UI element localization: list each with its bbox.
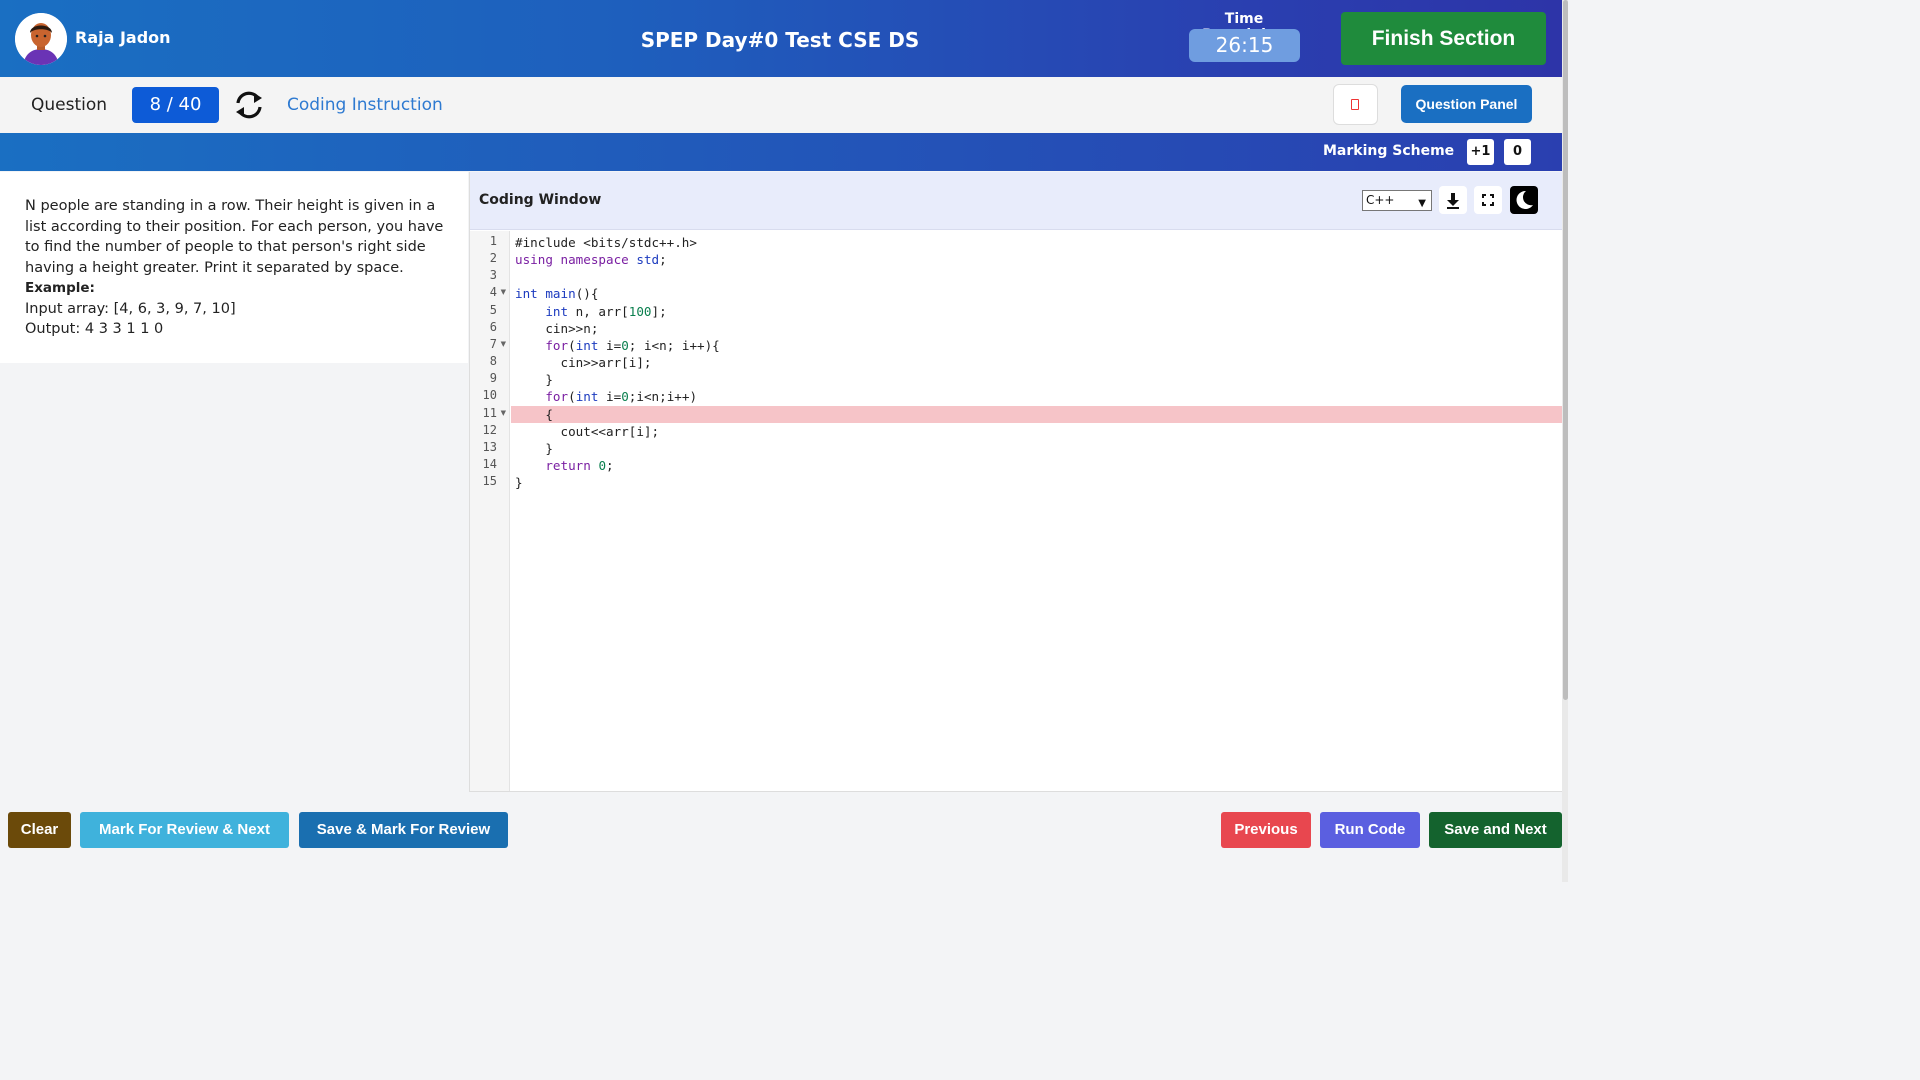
- line-number: 14: [482, 456, 497, 471]
- clear-button[interactable]: Clear: [8, 812, 71, 848]
- question-label: Question: [31, 95, 108, 115]
- code-editor[interactable]: #include <bits/stdc++.h> using namespace …: [515, 234, 720, 491]
- code-line[interactable]: #include <bits/stdc++.h>: [515, 234, 720, 251]
- save-and-next-button[interactable]: Save and Next: [1429, 812, 1562, 848]
- moon-icon[interactable]: [1510, 186, 1538, 214]
- coding-instruction-link[interactable]: Coding Instruction: [287, 95, 443, 115]
- line-number: 10: [482, 388, 497, 403]
- question-bar: Question 8 / 40 Coding Instruction Quest…: [0, 77, 1562, 133]
- user-avatar-icon: [15, 13, 67, 65]
- language-select[interactable]: C++ ▼: [1362, 190, 1432, 211]
- code-line[interactable]: cout<<arr[i];: [515, 423, 720, 440]
- coding-window-header: Coding Window C++ ▼: [470, 172, 1562, 230]
- example-input: Input array: [4, 6, 3, 9, 7, 10]: [25, 300, 236, 317]
- countdown-timer: 26:15: [1189, 29, 1300, 62]
- line-number: 15: [482, 474, 497, 489]
- positive-marks-badge: +1: [1467, 139, 1494, 165]
- code-line[interactable]: cin>>n;: [515, 320, 720, 337]
- language-value: C++: [1366, 193, 1395, 207]
- question-total: 40: [178, 94, 202, 115]
- code-line[interactable]: }: [515, 440, 720, 457]
- line-number: 3: [489, 268, 497, 283]
- question-panel-button[interactable]: Question Panel: [1401, 85, 1532, 123]
- problem-panel: N people are standing in a row. Their he…: [0, 172, 468, 363]
- fold-toggle-icon[interactable]: ▼: [501, 340, 506, 348]
- code-line[interactable]: int n, arr[100];: [515, 303, 720, 320]
- question-counter: 8 / 40: [132, 87, 219, 123]
- marking-scheme-label: Marking Scheme: [1323, 143, 1455, 159]
- coding-window: Coding Window C++ ▼ 1 2 3 4 ▼ 5 6 7 ▼ 8 9 10 11 ▼ 12 13…: [469, 172, 1562, 792]
- top-header: Raja Jadon SPEP Day#0 Test CSE DS Time R…: [0, 0, 1562, 77]
- example-output: Output: 4 3 3 1 1 0: [25, 321, 164, 337]
- finish-section-button[interactable]: Finish Section: [1341, 12, 1546, 65]
- line-number: 12: [482, 422, 497, 437]
- fold-toggle-icon[interactable]: ▼: [501, 409, 506, 417]
- line-number: 9: [489, 371, 497, 386]
- fold-toggle-icon[interactable]: ▼: [501, 288, 506, 296]
- line-number: 5: [489, 302, 497, 317]
- report-icon: [1351, 99, 1359, 110]
- code-line[interactable]: int main(){: [515, 285, 720, 302]
- report-button[interactable]: [1333, 84, 1378, 125]
- example-label: Example:: [25, 280, 95, 296]
- line-number: 8: [489, 354, 497, 369]
- refresh-icon[interactable]: [233, 89, 265, 121]
- save-mark-for-review-button[interactable]: Save & Mark For Review: [299, 812, 508, 848]
- line-number: 11: [482, 405, 497, 420]
- page-title: SPEP Day#0 Test CSE DS: [640, 28, 920, 52]
- line-number: 1: [489, 234, 497, 248]
- mark-for-review-next-button[interactable]: Mark For Review & Next: [80, 812, 289, 848]
- code-line[interactable]: {: [515, 406, 720, 423]
- line-number-gutter: 1 2 3 4 ▼ 5 6 7 ▼ 8 9 10 11 ▼ 12 13 14 15: [470, 231, 510, 791]
- question-separator: /: [161, 94, 179, 115]
- line-number: 4: [489, 285, 497, 300]
- line-number: 13: [482, 439, 497, 454]
- run-code-button[interactable]: Run Code: [1320, 812, 1420, 848]
- code-line[interactable]: }: [515, 474, 720, 491]
- page-scrollbar-thumb[interactable]: [1563, 0, 1568, 700]
- problem-text: N people are standing in a row. Their he…: [25, 196, 450, 340]
- code-line[interactable]: }: [515, 371, 720, 388]
- marking-scheme-bar: Marking Scheme +1 0: [0, 133, 1562, 171]
- negative-marks-badge: 0: [1504, 139, 1531, 165]
- code-line[interactable]: cin>>arr[i];: [515, 354, 720, 371]
- chevron-down-icon: ▼: [1418, 198, 1426, 209]
- code-line[interactable]: return 0;: [515, 457, 720, 474]
- download-icon[interactable]: [1439, 186, 1467, 214]
- code-line[interactable]: [515, 268, 720, 285]
- code-line[interactable]: for(int i=0;i<n;i++): [515, 388, 720, 405]
- previous-button[interactable]: Previous: [1221, 812, 1311, 848]
- line-number: 6: [489, 319, 497, 334]
- fullscreen-icon[interactable]: [1474, 186, 1502, 214]
- code-line[interactable]: using namespace std;: [515, 251, 720, 268]
- question-current: 8: [149, 94, 162, 115]
- line-number: 2: [489, 251, 497, 266]
- code-line[interactable]: for(int i=0; i<n; i++){: [515, 337, 719, 354]
- user-name: Raja Jadon: [75, 28, 171, 47]
- coding-window-title: Coding Window: [479, 192, 602, 208]
- problem-statement: N people are standing in a row. Their he…: [25, 198, 444, 276]
- line-number: 7: [489, 336, 497, 351]
